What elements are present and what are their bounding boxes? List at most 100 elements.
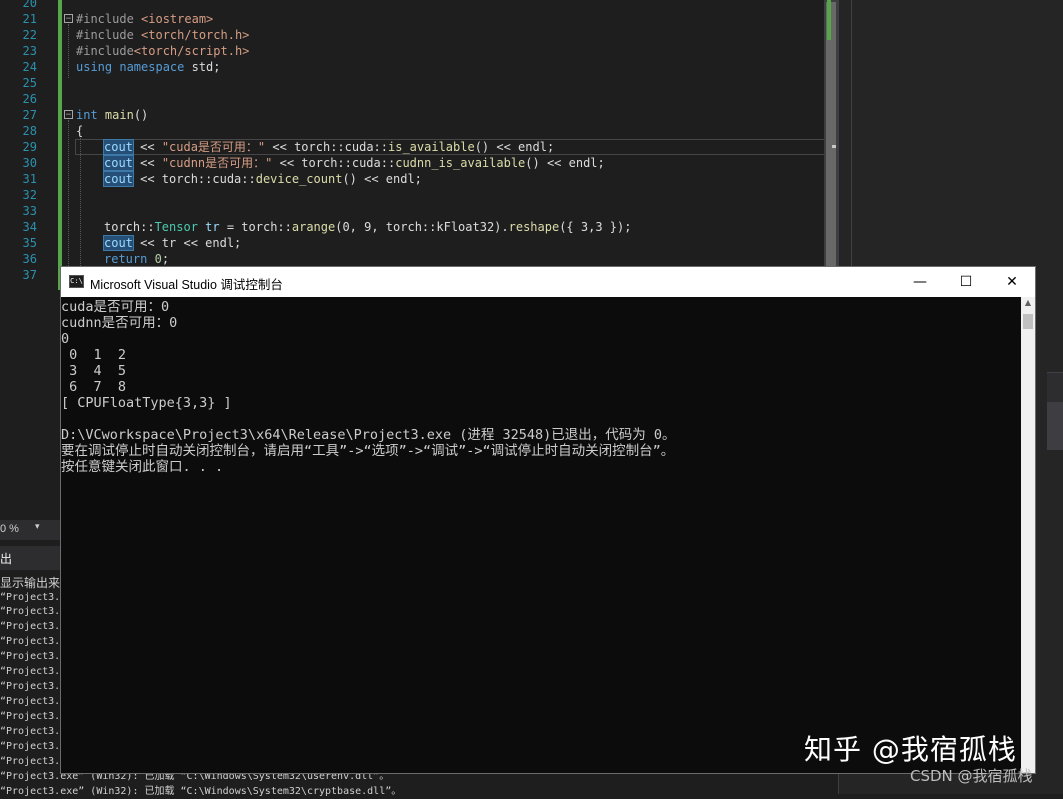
- minimize-button[interactable]: —: [897, 267, 943, 297]
- console-line: 按任意键关闭此窗口. . .: [61, 459, 224, 475]
- output-line: “Project3.: [0, 666, 61, 677]
- scroll-up-icon[interactable]: ▲: [1021, 298, 1035, 307]
- console-line: 0: [61, 331, 70, 347]
- line-number: 26: [22, 92, 37, 106]
- code-line-28[interactable]: {: [76, 123, 83, 139]
- output-line: “Project3.: [0, 681, 61, 692]
- variable-token: tr: [197, 220, 220, 234]
- console-output[interactable]: cuda是否可用：0 cudnn是否可用：0 0 0 1 2 3 4 5 6 7…: [61, 297, 1021, 773]
- highlighted-cout: cout: [103, 171, 134, 187]
- scrollbar-thumb[interactable]: [826, 2, 836, 268]
- header-token: <torch/script.h>: [133, 44, 250, 58]
- console-line: 0 1 2: [61, 347, 127, 363]
- code-line-23[interactable]: #include<torch/script.h>: [76, 43, 249, 59]
- close-button[interactable]: ✕: [989, 267, 1035, 297]
- fold-toggle-icon[interactable]: −: [64, 14, 73, 24]
- chevron-down-icon[interactable]: ▾: [35, 522, 40, 532]
- code-line-22[interactable]: #include <torch/torch.h>: [76, 27, 249, 43]
- console-scrollbar[interactable]: ▲: [1021, 297, 1035, 773]
- code-line-29[interactable]: cout << "cuda是否可用：" << torch::cuda::is_a…: [103, 139, 555, 155]
- preprocessor-token: #include: [76, 44, 134, 58]
- highlighted-cout: cout: [103, 139, 134, 155]
- console-line: 6 7 8: [61, 379, 127, 395]
- line-number: 28: [22, 124, 37, 138]
- output-panel-title[interactable]: 出: [0, 550, 12, 567]
- output-line: “Project3.: [0, 726, 61, 737]
- code-line-31[interactable]: cout << torch::cuda::device_count() << e…: [103, 171, 422, 187]
- code-token: std;: [184, 60, 221, 74]
- function-token: arange: [291, 220, 336, 234]
- code-line-24[interactable]: using namespace std;: [76, 59, 221, 75]
- keyword-token: return: [104, 252, 148, 266]
- indent-guide: [80, 138, 81, 270]
- fold-guide: [68, 24, 69, 78]
- code-token: torch::: [104, 220, 155, 234]
- string-token: "cudnn是否可用：": [161, 156, 273, 170]
- output-line: “Project3.: [0, 696, 61, 707]
- code-token: ;: [161, 252, 170, 266]
- code-token: (): [133, 108, 149, 122]
- keyword-token: namespace: [112, 60, 185, 74]
- output-line: “Project3.: [0, 711, 61, 722]
- header-token: <iostream>: [133, 12, 214, 26]
- line-number: 23: [22, 44, 37, 58]
- debug-console-window[interactable]: C:\ Microsoft Visual Studio 调试控制台 — ☐ ✕ …: [60, 266, 1036, 774]
- line-number: 36: [22, 252, 37, 266]
- zoom-level[interactable]: 0 %: [0, 523, 19, 535]
- line-number: 34: [22, 220, 37, 234]
- code-token: << torch::cuda::: [272, 156, 396, 170]
- scrollbar-thumb[interactable]: [1023, 314, 1033, 329]
- console-line: cudnn是否可用：0: [61, 315, 178, 331]
- line-number: 20: [22, 0, 37, 10]
- code-token: <<: [132, 140, 162, 154]
- line-number: 24: [22, 60, 37, 74]
- code-line-21[interactable]: #include <iostream>: [76, 11, 213, 27]
- string-token: "cuda是否可用：": [161, 140, 266, 154]
- code-token: ({ 3,3 });: [559, 220, 632, 234]
- highlighted-cout: cout: [103, 235, 134, 251]
- line-number: 33: [22, 204, 37, 218]
- function-token: reshape: [508, 220, 560, 234]
- function-token: cudnn_is_available: [395, 156, 526, 170]
- code-token: <<: [132, 156, 162, 170]
- code-line-34[interactable]: torch::Tensor tr = torch::arange(0, 9, t…: [104, 219, 631, 235]
- preprocessor-token: #include: [76, 28, 134, 42]
- code-token: () << endl;: [474, 140, 555, 154]
- code-token: << tr << endl;: [132, 236, 242, 250]
- line-number: 31: [22, 172, 37, 186]
- maximize-button[interactable]: ☐: [943, 267, 989, 297]
- console-line: cuda是否可用：0: [61, 299, 170, 315]
- code-token: () << endl;: [525, 156, 605, 170]
- function-token: device_count: [255, 172, 343, 186]
- code-line-35[interactable]: cout << tr << endl;: [103, 235, 242, 251]
- editor-scrollbar[interactable]: [824, 0, 838, 270]
- line-number: 25: [22, 76, 37, 90]
- fold-toggle-icon[interactable]: −: [64, 110, 73, 120]
- change-marker: [827, 0, 831, 40]
- panel-divider: [851, 0, 852, 270]
- window-titlebar[interactable]: C:\ Microsoft Visual Studio 调试控制台 — ☐ ✕: [61, 267, 1035, 297]
- output-line: “Project3.: [0, 636, 61, 647]
- panel-tab[interactable]: [1047, 372, 1063, 403]
- output-line: “Project3.: [0, 621, 61, 632]
- code-line-30[interactable]: cout << "cudnn是否可用：" << torch::cuda::cud…: [103, 155, 605, 171]
- type-token: Tensor: [154, 220, 198, 234]
- zhihu-watermark: 知乎 @我宿孤栈: [804, 733, 1017, 766]
- caret-marker: [832, 145, 836, 148]
- console-line: 3 4 5: [61, 363, 127, 379]
- code-line-27[interactable]: int main(): [76, 107, 148, 123]
- preprocessor-token: #include: [76, 12, 134, 26]
- csdn-watermark: CSDN @我宿孤栈: [910, 767, 1033, 785]
- function-token: main: [97, 108, 134, 122]
- code-token: << torch::cuda::: [132, 172, 256, 186]
- output-line: “Project3.: [0, 592, 61, 603]
- output-line: “Project3.exe” (Win32): 已加载 “C:\Windows\…: [0, 786, 402, 797]
- fold-guide: [68, 120, 69, 270]
- panel-scroll-thumb[interactable]: [1047, 402, 1063, 450]
- output-line: “Project3.: [0, 651, 61, 662]
- code-line-36[interactable]: return 0;: [104, 251, 169, 267]
- line-number: 35: [22, 236, 37, 250]
- header-token: <torch/torch.h>: [133, 28, 250, 42]
- line-number: 32: [22, 188, 37, 202]
- number-token: 0: [147, 252, 162, 266]
